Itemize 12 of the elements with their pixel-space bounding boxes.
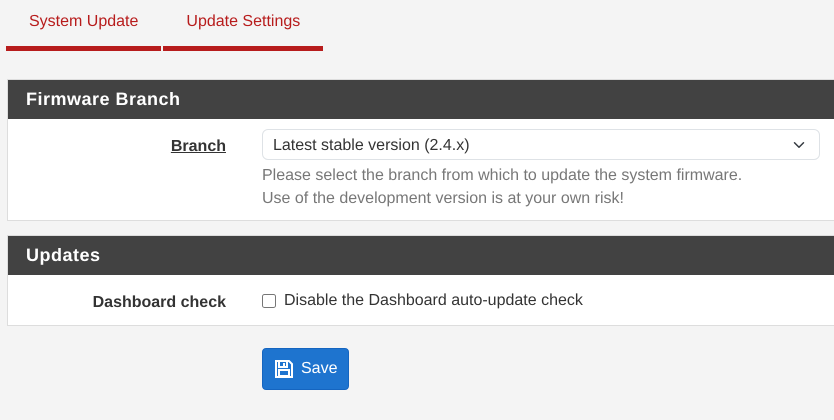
- checkbox[interactable]: [262, 294, 276, 308]
- panel-heading: Firmware Branch: [8, 80, 834, 119]
- panel-heading: Updates: [8, 236, 834, 276]
- save-button[interactable]: Save: [262, 348, 350, 390]
- field-label: Branch: [170, 137, 226, 157]
- tab[interactable]: System Update: [6, 0, 162, 51]
- save-icon: [274, 359, 294, 380]
- tab[interactable]: Update Settings: [163, 0, 324, 51]
- field-label: Dashboard check: [92, 293, 226, 314]
- checkbox-label: Disable the Dashboard auto-update check: [284, 291, 583, 312]
- branch-select[interactable]: Latest stable version (2.4.x): [262, 129, 820, 160]
- help-text: Please select the branch from which to update the system firmware. Use of the development version is at your own risk!: [262, 166, 744, 210]
